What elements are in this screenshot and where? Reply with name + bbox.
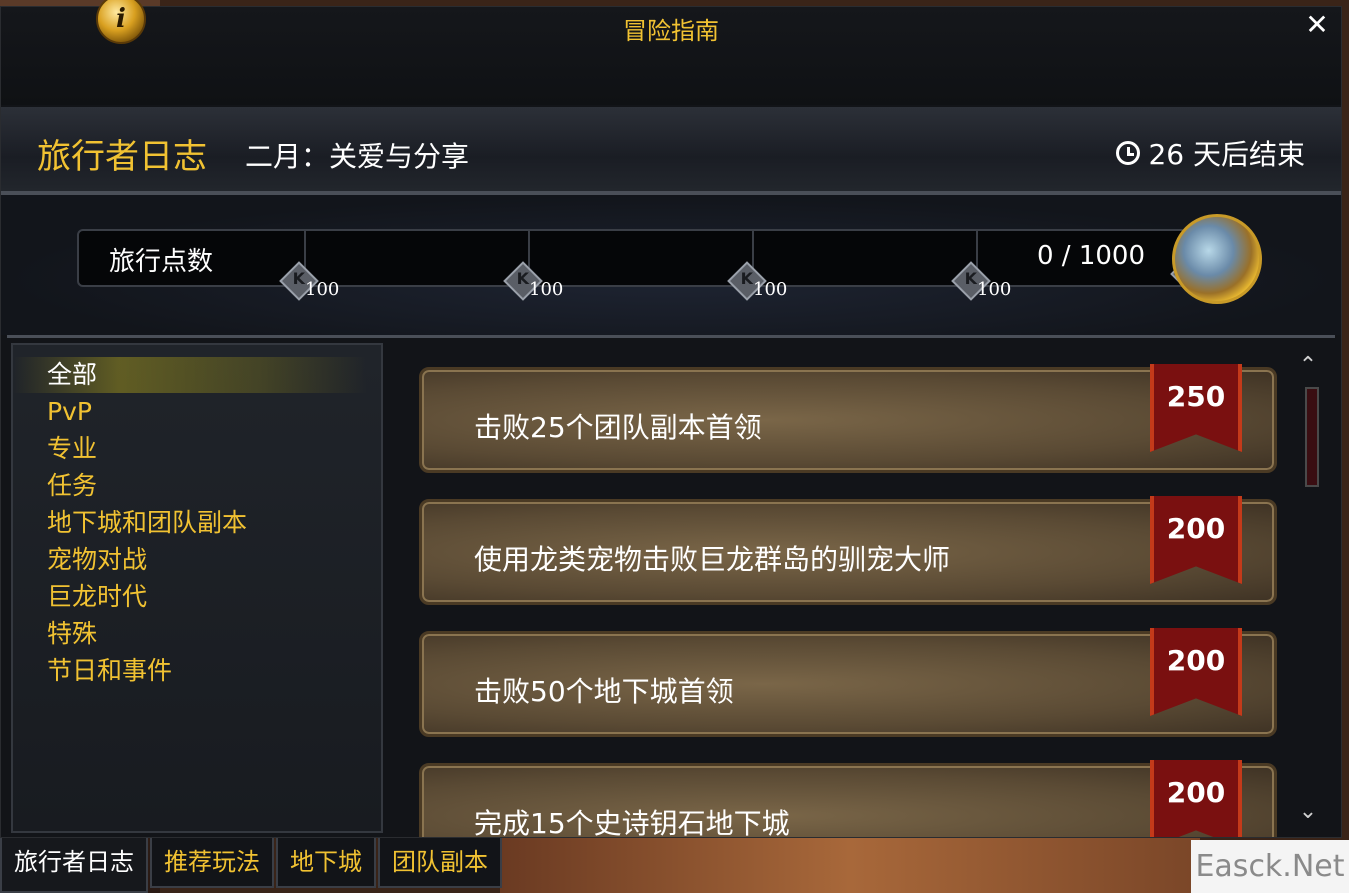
time-remaining-text: 26 天后结束 xyxy=(1148,138,1305,171)
activity-text: 使用龙类宠物击败巨龙群岛的驯宠大师 xyxy=(474,543,951,576)
points-ribbon: 200 xyxy=(1150,760,1242,837)
category-item-all[interactable]: 全部 xyxy=(13,357,367,393)
category-item-professions[interactable]: 专业 xyxy=(47,431,97,467)
travel-points-label: 旅行点数 xyxy=(109,247,214,277)
points-ribbon: 200 xyxy=(1150,496,1242,584)
tab-dungeons[interactable]: 地下城 xyxy=(276,838,376,888)
background-art-bottom xyxy=(500,835,1200,893)
tab-suggested-content[interactable]: 推荐玩法 xyxy=(150,838,274,888)
travel-points-value: 0 / 1000 xyxy=(1037,241,1145,271)
scroll-up-button[interactable]: ⌃ xyxy=(1295,353,1321,379)
activity-card[interactable]: 使用龙类宠物击败巨龙群岛的驯宠大师 200 xyxy=(419,496,1277,605)
milestone-marker[interactable]: K 100 xyxy=(727,261,823,307)
scroll-down-button[interactable]: ⌄ xyxy=(1295,799,1321,825)
activity-text: 击败25个团队副本首领 xyxy=(474,411,762,444)
activity-text: 完成15个史诗钥石地下城 xyxy=(474,807,790,837)
milestone-value: 100 xyxy=(529,279,564,300)
activity-card[interactable]: 击败50个地下城首领 200 xyxy=(419,628,1277,737)
activity-card[interactable]: 完成15个史诗钥石地下城 200 xyxy=(419,760,1277,837)
month-title: 二月：关爱与分享 xyxy=(245,140,470,173)
scrollbar-thumb[interactable] xyxy=(1305,387,1319,487)
category-item-quests[interactable]: 任务 xyxy=(47,468,97,504)
category-item-dragonflight[interactable]: 巨龙时代 xyxy=(47,579,147,615)
activity-card[interactable]: 击败25个团队副本首领 250 xyxy=(419,364,1277,473)
category-sidebar: 全部 PvP 专业 任务 地下城和团队副本 宠物对战 巨龙时代 特殊 节日和事件 xyxy=(11,343,383,833)
title-bar: 冒险指南 ✕ xyxy=(1,7,1341,105)
tab-raids[interactable]: 团队副本 xyxy=(378,838,502,888)
window-title: 冒险指南 xyxy=(623,17,719,45)
milestone-marker[interactable]: K 100 xyxy=(951,261,1047,307)
section-divider xyxy=(7,335,1335,338)
milestone-marker[interactable]: K 100 xyxy=(503,261,599,307)
bottom-tabs: 旅行者日志 推荐玩法 地下城 团队副本 xyxy=(0,838,504,893)
activity-points: 200 xyxy=(1166,644,1226,677)
time-remaining: 26 天后结束 xyxy=(1116,133,1305,173)
points-ribbon: 250 xyxy=(1150,364,1242,452)
final-reward-emblem-icon[interactable] xyxy=(1172,214,1262,304)
activity-text: 击败50个地下城首领 xyxy=(474,675,734,708)
tab-travelers-log[interactable]: 旅行者日志 xyxy=(0,838,148,893)
activity-points: 250 xyxy=(1166,380,1226,413)
milestone-value: 100 xyxy=(753,279,788,300)
activity-list: 击败25个团队副本首领 250 使用龙类宠物击败巨龙群岛的驯宠大师 200 击败… xyxy=(387,343,1337,837)
watermark: Easck.Net xyxy=(1191,840,1349,893)
category-item-pvp[interactable]: PvP xyxy=(47,394,92,430)
milestone-marker[interactable]: K 100 xyxy=(279,261,375,307)
milestone-value: 100 xyxy=(305,279,340,300)
close-button[interactable]: ✕ xyxy=(1301,9,1333,41)
journal-title: 旅行者日志 xyxy=(37,137,207,177)
activity-points: 200 xyxy=(1166,776,1226,809)
category-item-special[interactable]: 特殊 xyxy=(47,616,97,652)
category-item-pet-battles[interactable]: 宠物对战 xyxy=(47,542,147,578)
journal-header: 旅行者日志 二月：关爱与分享 26 天后结束 xyxy=(1,107,1341,195)
category-item-holidays-events[interactable]: 节日和事件 xyxy=(47,653,172,689)
progress-area: 旅行点数 0 / 1000 K 100 K 100 K 100 K 100 xyxy=(1,195,1341,335)
adventure-guide-window: 冒险指南 ✕ 旅行者日志 二月：关爱与分享 26 天后结束 旅行点数 0 / 1… xyxy=(0,6,1342,838)
points-ribbon: 200 xyxy=(1150,628,1242,716)
milestone-value: 100 xyxy=(977,279,1012,300)
activity-points: 200 xyxy=(1166,512,1226,545)
category-item-dungeons-raids[interactable]: 地下城和团队副本 xyxy=(47,505,247,541)
clock-icon xyxy=(1116,141,1141,165)
